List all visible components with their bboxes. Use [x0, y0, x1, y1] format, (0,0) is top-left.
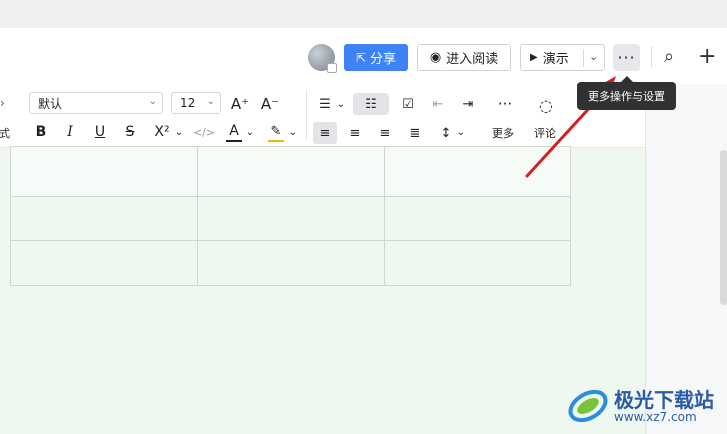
chevron-down-icon[interactable]: ⌄: [336, 96, 346, 112]
share-label: 分享: [370, 52, 397, 67]
chevron-down-icon[interactable]: ⌄: [456, 124, 466, 140]
eye-icon: ◉: [429, 50, 442, 65]
format-painter-partial: ›: [0, 96, 5, 110]
indent-icon[interactable]: ⇥: [458, 94, 478, 114]
user-avatar[interactable]: [308, 44, 337, 73]
font-family-select[interactable]: 默认 ⌄: [29, 92, 163, 114]
font-color-button[interactable]: A: [224, 121, 244, 141]
present-button[interactable]: ▶ 演示 ⌄: [520, 44, 605, 71]
table-cell[interactable]: [384, 196, 571, 241]
outdent-icon[interactable]: ⇤: [428, 94, 448, 114]
italic-button[interactable]: I: [60, 122, 80, 142]
add-icon[interactable]: +: [698, 44, 716, 69]
more-label[interactable]: 更多: [492, 125, 514, 141]
justify-icon[interactable]: ≣: [404, 122, 426, 144]
more-actions-button[interactable]: ···: [613, 44, 640, 71]
share-button[interactable]: ⇱ 分享: [344, 44, 408, 71]
align-center-icon[interactable]: ≡: [344, 122, 366, 144]
font-size-value: 12: [180, 96, 196, 110]
read-mode-label: 进入阅读: [446, 52, 499, 67]
table-cell[interactable]: [10, 196, 198, 241]
watermark: 极光下载站 www.xz7.com: [566, 382, 726, 430]
table-cell[interactable]: [197, 240, 385, 286]
present-divider: [583, 49, 584, 67]
watermark-title: 极光下载站: [614, 388, 714, 412]
app-window: ⇱ 分享 ◉ 进入阅读 ▶ 演示 ⌄ ··· ⌕ + › 格式 默认 ⌄ 12 …: [0, 0, 727, 434]
font-color-bar: [226, 140, 242, 142]
numbered-list-icon[interactable]: ☷: [353, 93, 389, 115]
font-family-value: 默认: [38, 96, 63, 111]
table-cell[interactable]: [384, 240, 571, 286]
increase-font-size-icon[interactable]: A⁺: [229, 93, 251, 115]
header-divider: [651, 46, 652, 68]
scrollbar[interactable]: [720, 150, 727, 305]
chevron-down-icon[interactable]: ⌄: [245, 124, 255, 140]
table-cell[interactable]: [10, 146, 198, 197]
document-canvas[interactable]: [0, 146, 645, 434]
bold-button[interactable]: B: [31, 122, 51, 142]
checklist-icon[interactable]: ☑: [398, 94, 418, 114]
inline-code-button[interactable]: </>: [193, 122, 215, 142]
ribbon-divider: [306, 90, 307, 140]
table-cell[interactable]: [384, 146, 571, 197]
read-mode-button[interactable]: ◉ 进入阅读: [417, 44, 511, 71]
font-size-select[interactable]: 12 ⌄: [171, 92, 221, 114]
title-strip: [0, 0, 727, 28]
tooltip-text: 更多操作与设置: [588, 90, 665, 103]
watermark-logo-icon: [568, 389, 608, 423]
strikethrough-button[interactable]: S: [120, 122, 140, 142]
present-label: 演示: [542, 52, 569, 67]
comment-label[interactable]: 评论: [534, 125, 556, 141]
watermark-url: www.xz7.com: [614, 410, 697, 424]
chevron-down-icon[interactable]: ⌄: [174, 124, 184, 140]
present-dropdown-chevron-icon[interactable]: ⌄: [589, 50, 598, 63]
underline-button[interactable]: U: [90, 122, 110, 142]
chevron-down-icon: ⌄: [206, 96, 215, 107]
avatar-badge-icon: [327, 63, 337, 73]
search-icon[interactable]: ⌕: [664, 46, 674, 67]
more-icon: ···: [617, 48, 636, 67]
highlight-color-bar: [268, 140, 284, 142]
table-cell[interactable]: [197, 196, 385, 241]
superscript-button[interactable]: X²: [150, 122, 174, 142]
align-right-icon[interactable]: ≡: [374, 122, 396, 144]
decrease-font-size-icon[interactable]: A⁻: [259, 93, 281, 115]
align-left-icon[interactable]: ≡: [313, 122, 337, 144]
play-icon: ▶: [530, 52, 538, 63]
line-spacing-icon[interactable]: ↕: [435, 122, 457, 144]
chevron-down-icon[interactable]: ⌄: [288, 124, 298, 140]
table-cell[interactable]: [10, 240, 198, 286]
bullet-list-icon[interactable]: ☰: [314, 94, 336, 114]
comment-icon[interactable]: ◌: [535, 94, 557, 116]
format-label[interactable]: 格式: [0, 125, 10, 141]
share-icon: ⇱: [355, 50, 367, 65]
highlight-icon[interactable]: ✎: [266, 121, 286, 141]
table-cell[interactable]: [197, 146, 385, 197]
more-options-icon[interactable]: ···: [492, 94, 518, 114]
table[interactable]: [10, 146, 571, 286]
more-actions-tooltip: 更多操作与设置: [577, 76, 676, 110]
chevron-down-icon: ⌄: [148, 96, 157, 107]
